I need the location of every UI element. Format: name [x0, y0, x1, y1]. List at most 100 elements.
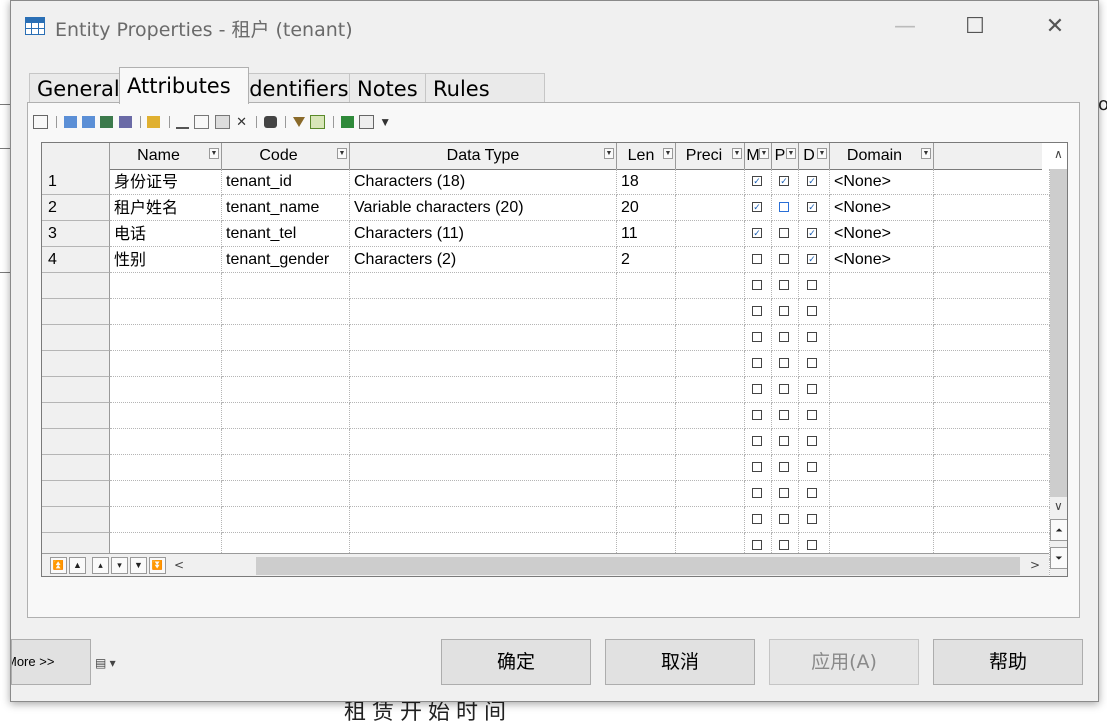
checkbox-m[interactable] — [752, 280, 762, 290]
apply-button[interactable]: 应用(A) — [769, 639, 919, 685]
grid-cell-p[interactable] — [772, 221, 799, 247]
checkbox-m[interactable] — [752, 176, 762, 186]
grid-cell-preci[interactable] — [676, 299, 745, 325]
grid-cell-d[interactable] — [799, 273, 830, 299]
header-primary[interactable]: P ▼ — [772, 143, 799, 169]
header-mandatory[interactable]: M ▼ — [745, 143, 772, 169]
table-row[interactable] — [42, 377, 1050, 403]
checkbox-m[interactable] — [752, 332, 762, 342]
checkbox-d[interactable] — [807, 410, 817, 420]
grid-cell-name[interactable]: 性别 — [110, 247, 222, 273]
checkbox-d[interactable] — [807, 202, 817, 212]
table-row[interactable] — [42, 351, 1050, 377]
checkbox-m[interactable] — [752, 436, 762, 446]
header-data-type[interactable]: Data Type ▼ — [350, 143, 617, 169]
grid-cell-preci[interactable] — [676, 273, 745, 299]
grid-cell-d[interactable] — [799, 481, 830, 507]
grid-cell-preci[interactable] — [676, 221, 745, 247]
new-icon[interactable] — [147, 115, 161, 128]
header-name[interactable]: Name ▼ — [110, 143, 222, 169]
checkbox-m[interactable] — [752, 306, 762, 316]
grid-cell-preci[interactable] — [676, 455, 745, 481]
grid-cell-type[interactable] — [350, 325, 617, 351]
table-row[interactable] — [42, 429, 1050, 455]
grid-cell-num[interactable]: 1 — [42, 169, 110, 195]
move-down-icon[interactable]: ▾ — [111, 557, 128, 574]
grid-cell-code[interactable] — [222, 351, 350, 377]
tab-rules[interactable]: Rules — [425, 73, 545, 104]
checkbox-d[interactable] — [807, 280, 817, 290]
grid-cell-m[interactable] — [745, 507, 772, 533]
table-row[interactable] — [42, 507, 1050, 533]
grid-cell-name[interactable] — [110, 325, 222, 351]
grid-cell-num[interactable] — [42, 429, 110, 455]
grid-cell-preci[interactable] — [676, 403, 745, 429]
grid-cell-len[interactable] — [617, 455, 676, 481]
scroll-right-icon[interactable]: > — [1030, 558, 1040, 572]
horizontal-scroll-thumb[interactable] — [256, 557, 1020, 575]
grid-cell-name[interactable] — [110, 377, 222, 403]
grid-cell-len[interactable] — [617, 481, 676, 507]
column-dropdown-icon[interactable]: ▼ — [817, 148, 827, 159]
grid-cell-m[interactable] — [745, 299, 772, 325]
grid-cell-extra[interactable] — [934, 351, 1050, 377]
grid-cell-code[interactable] — [222, 455, 350, 481]
table-row[interactable] — [42, 325, 1050, 351]
grid-cell-extra[interactable] — [934, 325, 1050, 351]
grid-cell-code[interactable] — [222, 325, 350, 351]
header-code[interactable]: Code ▼ — [222, 143, 350, 169]
scroll-left-icon[interactable]: < — [174, 558, 184, 572]
maximize-button[interactable]: ☐ — [955, 13, 995, 41]
grid-cell-p[interactable] — [772, 195, 799, 221]
grid-cell-d[interactable] — [799, 299, 830, 325]
grid-cell-extra[interactable] — [934, 403, 1050, 429]
print-icon[interactable] — [358, 114, 374, 129]
checkbox-m[interactable] — [752, 202, 762, 212]
grid-cell-p[interactable] — [772, 377, 799, 403]
column-dropdown-icon[interactable]: ▼ — [663, 148, 673, 159]
grid-cell-code[interactable] — [222, 481, 350, 507]
grid-cell-extra[interactable] — [934, 221, 1050, 247]
scroll-down-icon[interactable]: ∨ — [1054, 499, 1063, 513]
grid-cell-p[interactable] — [772, 455, 799, 481]
grid-cell-type[interactable]: Characters (11) — [350, 221, 617, 247]
checkbox-m[interactable] — [752, 228, 762, 238]
grid-cell-len[interactable] — [617, 273, 676, 299]
grid-cell-num[interactable] — [42, 273, 110, 299]
grid-cell-name[interactable] — [110, 273, 222, 299]
checkbox-m[interactable] — [752, 358, 762, 368]
grid-cell-domain[interactable] — [830, 429, 934, 455]
checkbox-p[interactable] — [779, 514, 789, 524]
grid-cell-code[interactable]: tenant_name — [222, 195, 350, 221]
grid-cell-num[interactable]: 4 — [42, 247, 110, 273]
grid-cell-type[interactable] — [350, 273, 617, 299]
more-button[interactable]: More >> — [11, 639, 91, 685]
grid-cell-num[interactable]: 3 — [42, 221, 110, 247]
grid-cell-p[interactable] — [772, 247, 799, 273]
grid-cell-len[interactable] — [617, 351, 676, 377]
grid-cell-len[interactable] — [617, 507, 676, 533]
insert-row-icon[interactable] — [82, 115, 96, 128]
grid-cell-extra[interactable] — [934, 273, 1050, 299]
grid-cell-d[interactable] — [799, 195, 830, 221]
grid-cell-d[interactable] — [799, 221, 830, 247]
grid-cell-extra[interactable] — [934, 377, 1050, 403]
grid-cell-m[interactable] — [745, 429, 772, 455]
grid-cell-m[interactable] — [745, 481, 772, 507]
grid-cell-domain[interactable] — [830, 273, 934, 299]
grid-cell-domain[interactable] — [830, 403, 934, 429]
grid-cell-m[interactable] — [745, 273, 772, 299]
find-icon[interactable] — [263, 115, 277, 128]
checkbox-p[interactable] — [779, 254, 789, 264]
checkbox-p[interactable] — [779, 306, 789, 316]
grid-cell-code[interactable] — [222, 299, 350, 325]
grid-cell-p[interactable] — [772, 325, 799, 351]
header-precision[interactable]: Preci ▼ — [676, 143, 745, 169]
grid-cell-code[interactable] — [222, 403, 350, 429]
checkbox-m[interactable] — [752, 462, 762, 472]
grid-cell-p[interactable] — [772, 351, 799, 377]
grid-cell-len[interactable] — [617, 299, 676, 325]
grid-cell-num[interactable] — [42, 455, 110, 481]
grid-cell-type[interactable]: Characters (18) — [350, 169, 617, 195]
grid-cell-domain[interactable] — [830, 481, 934, 507]
